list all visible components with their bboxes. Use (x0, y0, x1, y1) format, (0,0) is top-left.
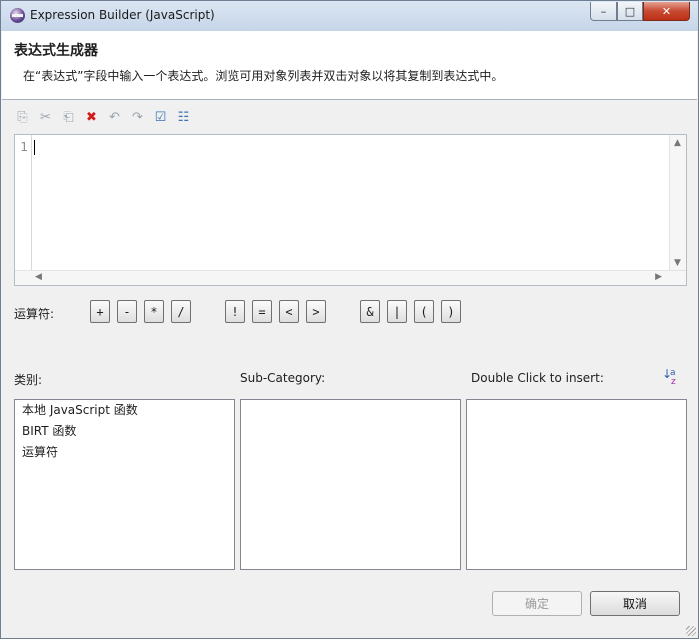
sort-alphabetical-icon[interactable]: ↓ a z (662, 368, 680, 387)
horizontal-scrollbar[interactable]: ◀ ▶ (15, 270, 686, 285)
operator-less-than-button[interactable]: < (279, 300, 299, 323)
operator-multiply-button[interactable]: * (144, 300, 164, 323)
operator-or-button[interactable]: | (387, 300, 407, 323)
operator-not-button[interactable]: ! (225, 300, 245, 323)
cut-icon[interactable]: ✂ (36, 108, 55, 127)
eclipse-app-icon (10, 8, 25, 23)
subcategory-list[interactable] (240, 399, 461, 570)
operator-divide-button[interactable]: / (171, 300, 191, 323)
cancel-button[interactable]: 取消 (590, 591, 680, 616)
undo-icon[interactable]: ↶ (105, 108, 124, 127)
close-button[interactable]: ✕ (643, 2, 690, 21)
expression-builder-dialog: Expression Builder (JavaScript) – □ ✕ 表达… (0, 0, 699, 639)
expression-editor[interactable]: 1 ▲ ▼ ◀ ▶ (14, 134, 687, 286)
minimize-button[interactable]: – (590, 2, 617, 21)
category-list-item[interactable]: 本地 JavaScript 函数 (15, 400, 234, 421)
operator-close-paren-button[interactable]: ) (441, 300, 461, 323)
line-number-gutter: 1 (15, 135, 32, 271)
insert-list[interactable] (466, 399, 687, 570)
copy-icon[interactable]: ⎘ (13, 108, 32, 127)
operator-equals-button[interactable]: = (252, 300, 272, 323)
resize-grip[interactable] (686, 626, 696, 636)
ok-button[interactable]: 确定 (492, 591, 582, 616)
sort-letter-a: a (670, 368, 676, 378)
dialog-description: 在“表达式”字段中输入一个表达式。浏览可用对象列表并双击对象以将其复制到表达式中… (23, 69, 504, 83)
paste-icon[interactable]: ⎗ (59, 108, 78, 127)
subcategory-label: Sub-Category: (240, 371, 326, 385)
operators-label: 运算符: (14, 307, 55, 321)
scroll-right-icon[interactable]: ▶ (655, 272, 662, 282)
scroll-down-icon[interactable]: ▼ (674, 258, 681, 268)
text-caret (34, 140, 35, 155)
category-list-item[interactable]: BIRT 函数 (15, 421, 234, 442)
dialog-banner: 表达式生成器 在“表达式”字段中输入一个表达式。浏览可用对象列表并双击对象以将其… (2, 31, 697, 100)
title-bar[interactable]: Expression Builder (JavaScript) – □ ✕ (1, 1, 698, 31)
sort-letter-z: z (671, 377, 676, 387)
validate-icon[interactable]: ☑ (151, 108, 170, 127)
operator-plus-button[interactable]: + (90, 300, 110, 323)
insert-label: Double Click to insert: (471, 371, 604, 385)
operator-open-paren-button[interactable]: ( (414, 300, 434, 323)
redo-icon[interactable]: ↷ (128, 108, 147, 127)
vertical-scrollbar[interactable]: ▲ ▼ (669, 135, 686, 271)
category-list[interactable]: 本地 JavaScript 函数 BIRT 函数 运算符 (14, 399, 235, 570)
category-label: 类别: (14, 373, 43, 387)
window-title: Expression Builder (JavaScript) (30, 8, 215, 22)
delete-icon[interactable]: ✖ (82, 108, 101, 127)
dialog-heading: 表达式生成器 (14, 43, 98, 59)
operator-minus-button[interactable]: - (117, 300, 137, 323)
category-list-item[interactable]: 运算符 (15, 442, 234, 463)
maximize-button[interactable]: □ (617, 2, 643, 21)
editor-toolbar: ⎘ ✂ ⎗ ✖ ↶ ↷ ☑ ☷ (13, 108, 193, 128)
operator-and-button[interactable]: & (360, 300, 380, 323)
scroll-up-icon[interactable]: ▲ (674, 138, 681, 148)
operator-greater-than-button[interactable]: > (306, 300, 326, 323)
scroll-left-icon[interactable]: ◀ (35, 272, 42, 282)
calculator-icon[interactable]: ☷ (174, 108, 193, 127)
